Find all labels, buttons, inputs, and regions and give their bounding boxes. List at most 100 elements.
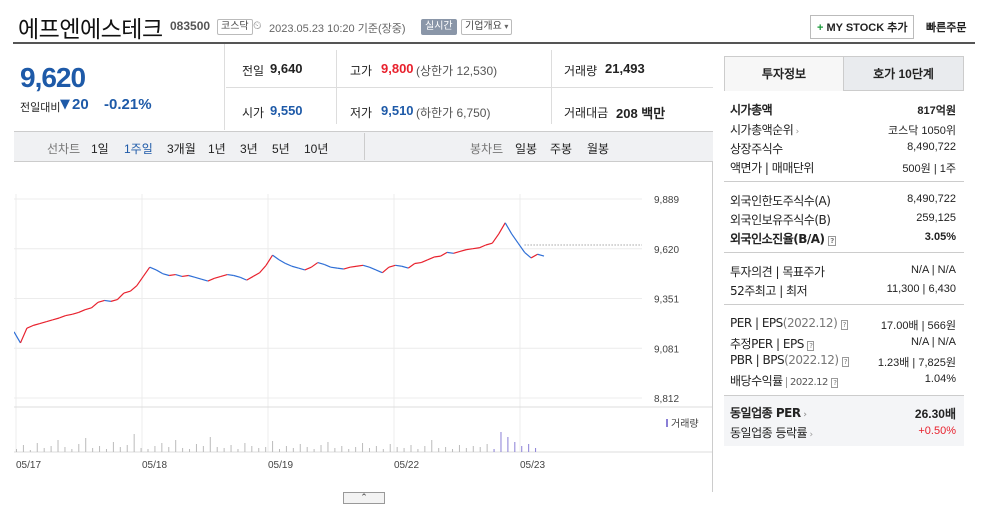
volume-bar: [29, 450, 31, 452]
price-segment: [201, 278, 209, 282]
volume-bar: [105, 449, 107, 452]
period-1y[interactable]: 1년: [208, 140, 226, 157]
realtime-badge[interactable]: 실시간: [421, 19, 457, 35]
price-segment: [46, 319, 53, 323]
help-icon[interactable]: ?: [831, 378, 839, 388]
price-segment: [220, 273, 228, 277]
collapse-chart-button[interactable]: ⌃: [343, 492, 385, 504]
price-chart[interactable]: 9,889 9,620 9,351 9,081 8,812 05/17 05/18 05/19…: [13, 162, 712, 492]
volume-bar: [237, 449, 239, 452]
tab-invest-info[interactable]: 투자정보: [724, 56, 844, 91]
price-segment: [530, 253, 538, 259]
candle-weekly[interactable]: 주봉: [550, 140, 572, 157]
volume-bar: [341, 446, 343, 452]
price-segment: [155, 269, 163, 275]
price-segment: [420, 259, 428, 264]
volume-bar: [514, 442, 516, 452]
volume-bar: [99, 446, 101, 452]
my-stock-add-button[interactable]: + MY STOCK 추가: [810, 15, 915, 39]
foreign-ratio-label: 외국인소진율(B/A) ?: [730, 232, 836, 246]
volume-bar: [355, 447, 357, 452]
price-segment: [239, 276, 247, 281]
help-icon[interactable]: ?: [841, 357, 850, 367]
amount-value: 208 백만: [616, 106, 666, 121]
peer-rate-value: +0.50%: [918, 425, 956, 437]
volume-bar: [140, 448, 142, 452]
shares-value: 8,490,722: [907, 141, 956, 153]
price-segment: [123, 290, 131, 294]
tab-order-book[interactable]: 호가 10단계: [843, 56, 964, 91]
price-segment: [214, 275, 221, 279]
help-icon[interactable]: ?: [840, 320, 848, 330]
foreign-limit-value: 8,490,722: [907, 193, 956, 205]
divider: [226, 87, 713, 88]
price-segment: [39, 321, 47, 325]
volume-bar: [313, 449, 315, 452]
period-10y[interactable]: 10년: [304, 140, 328, 157]
period-3m[interactable]: 3개월: [167, 140, 196, 157]
chart-area[interactable]: 9,889 9,620 9,351 9,081 8,812 05/17 05/18 05/19…: [13, 162, 713, 492]
peer-rate-label[interactable]: 동일업종 등락률 ›: [730, 424, 813, 441]
divider: [364, 133, 365, 160]
price-segment: [259, 264, 267, 274]
period-1w[interactable]: 1주일: [124, 140, 153, 157]
volume-bar: [465, 448, 467, 452]
help-icon[interactable]: ?: [807, 341, 815, 351]
amount-label: 거래대금: [564, 106, 609, 120]
open-value: 9,550: [270, 103, 303, 118]
upper-limit: (상한가 12,530): [416, 64, 498, 78]
volume-value: 21,493: [605, 61, 645, 76]
price-segment: [375, 269, 383, 274]
volume-bar: [279, 449, 280, 452]
period-3y[interactable]: 3년: [240, 140, 258, 157]
volume-bar: [396, 447, 398, 452]
volume-bar: [507, 437, 509, 452]
volume-bar: [334, 448, 336, 452]
candle-daily[interactable]: 일봉: [515, 140, 537, 157]
volume-bar: [154, 446, 156, 452]
market-cap-rank-label[interactable]: 시가총액순위 ›: [730, 121, 799, 138]
volume-bar: [299, 444, 301, 452]
y-tick-label: 9,081: [654, 344, 679, 355]
quick-order-link[interactable]: 빠른주문: [926, 19, 966, 35]
price-segment: [285, 262, 293, 267]
y-tick-label: 9,620: [654, 245, 679, 256]
price-segment: [227, 273, 234, 277]
price-segment: [142, 266, 151, 277]
market-cap-value: 817억원: [917, 105, 956, 117]
help-icon[interactable]: ?: [828, 236, 836, 246]
volume-bar: [375, 446, 377, 452]
period-5y[interactable]: 5년: [272, 140, 290, 157]
peer-per-label[interactable]: 동일업종 PER ›: [730, 404, 807, 421]
volume-bar: [244, 443, 246, 452]
price-segment: [524, 251, 532, 259]
price-segment: [149, 266, 157, 271]
period-1d[interactable]: 1일: [91, 140, 109, 157]
volume-bar: [535, 448, 537, 452]
dividend-value: 1.04%: [924, 373, 956, 385]
volume-bar: [168, 447, 170, 452]
volume-bar: [182, 448, 184, 452]
per-label: PER | EPS(2022.12) ?: [730, 316, 848, 330]
price-segment: [110, 298, 118, 302]
volume-bar: [22, 445, 24, 452]
volume-bar: [292, 448, 294, 452]
volume-bar: [327, 442, 329, 452]
price-segment: [272, 254, 280, 261]
price-segment: [26, 324, 34, 329]
price-segment: [498, 222, 506, 235]
volume-bar: [348, 449, 350, 452]
candle-monthly[interactable]: 월봉: [587, 140, 609, 157]
divider: [724, 252, 964, 253]
chevron-right-icon: ›: [793, 127, 800, 137]
y-tick-label: 9,351: [654, 295, 679, 306]
price-segment: [246, 275, 254, 281]
company-overview-dropdown[interactable]: 기업개요 ▾: [461, 19, 513, 35]
price-segment: [343, 266, 351, 270]
price-segment: [362, 264, 370, 268]
price-segment: [407, 262, 416, 269]
volume-bar: [189, 449, 191, 452]
foreign-limit-label: 외국인한도주식수(A): [730, 194, 831, 208]
price-segment: [414, 261, 422, 265]
volume-bar: [403, 448, 405, 452]
